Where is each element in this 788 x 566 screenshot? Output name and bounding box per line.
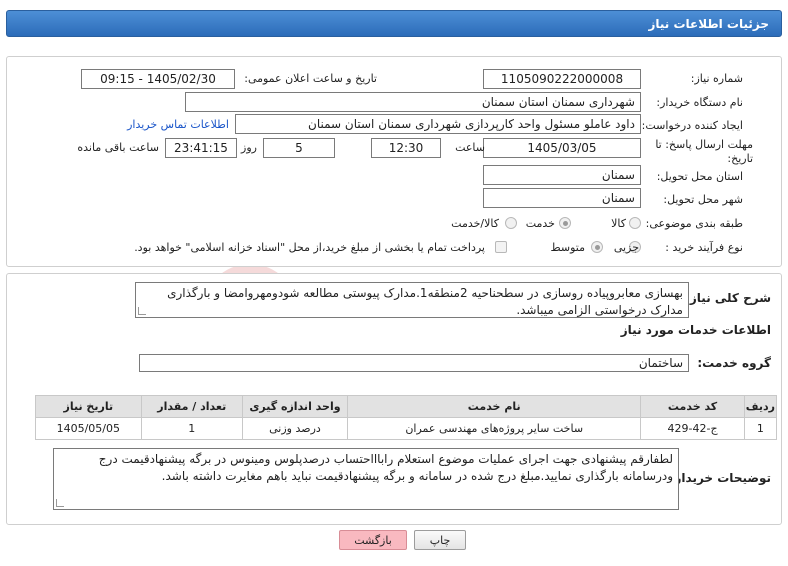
buyer-notes-text: لطفارقم پیشنهادی جهت اجرای عملیات موضوع … bbox=[98, 452, 673, 483]
need-number-field: 1105090222000008 bbox=[483, 69, 641, 89]
back-button[interactable]: بازگشت bbox=[339, 530, 407, 550]
page-title-bar: جزئیات اطلاعات نیاز bbox=[6, 10, 782, 37]
category-service-radio[interactable] bbox=[559, 217, 571, 229]
print-button[interactable]: چاپ bbox=[414, 530, 466, 550]
category-label: طبقه بندی موضوعی: bbox=[645, 217, 743, 230]
resize-handle-icon[interactable] bbox=[138, 307, 146, 315]
city-field: سمنان bbox=[483, 188, 641, 208]
services-panel: شرح کلی نیاز: بهسازی معابروپیاده روسازی … bbox=[6, 273, 782, 525]
remaining-label: ساعت باقی مانده bbox=[77, 141, 159, 154]
announce-datetime-field: 1405/02/30 - 09:15 bbox=[81, 69, 235, 89]
cell-service-name: ساخت سایر پروژه‌های مهندسی عمران bbox=[347, 417, 642, 440]
cell-service-code: ج-42-429 bbox=[640, 417, 745, 440]
cell-row: 1 bbox=[743, 417, 778, 440]
buyer-label: نام دستگاه خریدار: bbox=[656, 96, 743, 109]
city-label: شهر محل تحویل: bbox=[663, 193, 743, 206]
deadline-time-field: 12:30 bbox=[371, 138, 441, 158]
buyer-notes-textarea[interactable]: لطفارقم پیشنهادی جهت اجرای عملیات موضوع … bbox=[53, 448, 679, 510]
need-info-panel: شماره نیاز: 1105090222000008 تاریخ و ساع… bbox=[6, 56, 782, 267]
buyer-notes-label: توضیحات خریدار: bbox=[669, 471, 771, 485]
description-label: شرح کلی نیاز: bbox=[685, 291, 771, 305]
cell-unit: درصد وزنی bbox=[241, 417, 349, 440]
creator-label: ایجاد کننده درخواست: bbox=[641, 119, 743, 132]
col-row: ردیف bbox=[743, 395, 778, 418]
cell-quantity: 1 bbox=[140, 417, 243, 440]
province-field: سمنان bbox=[483, 165, 641, 185]
remaining-days-field: 5 bbox=[263, 138, 335, 158]
col-quantity: تعداد / مقدار bbox=[140, 395, 243, 418]
buyer-contact-link[interactable]: اطلاعات تماس خریدار bbox=[127, 118, 229, 131]
process-medium-radio[interactable] bbox=[591, 241, 603, 253]
process-label: نوع فرآیند خرید : bbox=[665, 241, 743, 254]
buyer-field: شهرداری سمنان استان سمنان bbox=[185, 92, 641, 112]
category-goods-service-radio[interactable] bbox=[505, 217, 517, 229]
page-title: جزئیات اطلاعات نیاز bbox=[648, 17, 769, 31]
need-number-label: شماره نیاز: bbox=[690, 72, 743, 85]
treasury-checkbox[interactable] bbox=[495, 241, 507, 253]
description-text: بهسازی معابروپیاده روسازی در سطحناحیه 2م… bbox=[167, 286, 683, 317]
table-header-row: ردیف کد خدمت نام خدمت واحد اندازه گیری ت… bbox=[35, 395, 778, 418]
announce-label: تاریخ و ساعت اعلان عمومی: bbox=[244, 72, 377, 85]
service-group-field: ساختمان bbox=[139, 354, 689, 372]
col-need-date: تاریخ نیاز bbox=[35, 395, 142, 418]
category-goods-service-label: کالا/خدمت bbox=[451, 217, 499, 230]
process-minor-label: جزیی bbox=[613, 241, 639, 254]
table-row: 1 ج-42-429 ساخت سایر پروژه‌های مهندسی عم… bbox=[35, 417, 778, 440]
deadline-time-label: ساعت bbox=[455, 141, 485, 154]
resize-handle-icon[interactable] bbox=[56, 499, 64, 507]
service-group-label: گروه خدمت: bbox=[697, 356, 771, 370]
col-service-name: نام خدمت bbox=[347, 395, 642, 418]
province-label: استان محل تحویل: bbox=[656, 170, 743, 183]
cell-need-date: 1405/05/05 bbox=[35, 417, 142, 440]
deadline-label: مهلت ارسال پاسخ: تا تاریخ: bbox=[655, 138, 753, 165]
category-goods-radio[interactable] bbox=[629, 217, 641, 229]
category-goods-label: کالا bbox=[611, 217, 626, 230]
process-medium-label: متوسط bbox=[550, 241, 585, 254]
col-unit: واحد اندازه گیری bbox=[241, 395, 349, 418]
category-service-label: خدمت bbox=[525, 217, 555, 230]
services-table: ردیف کد خدمت نام خدمت واحد اندازه گیری ت… bbox=[35, 395, 778, 440]
col-service-code: کد خدمت bbox=[640, 395, 745, 418]
description-textarea[interactable]: بهسازی معابروپیاده روسازی در سطحناحیه 2م… bbox=[135, 282, 689, 318]
payment-note: پرداخت تمام یا بخشی از مبلغ خرید،از محل … bbox=[134, 241, 485, 254]
deadline-date-field: 1405/03/05 bbox=[483, 138, 641, 158]
remaining-time-field: 23:41:15 bbox=[165, 138, 237, 158]
creator-field: داود عاملو مسئول واحد کارپردازی شهرداری … bbox=[235, 114, 641, 134]
services-section-title: اطلاعات خدمات مورد نیاز bbox=[620, 323, 771, 337]
